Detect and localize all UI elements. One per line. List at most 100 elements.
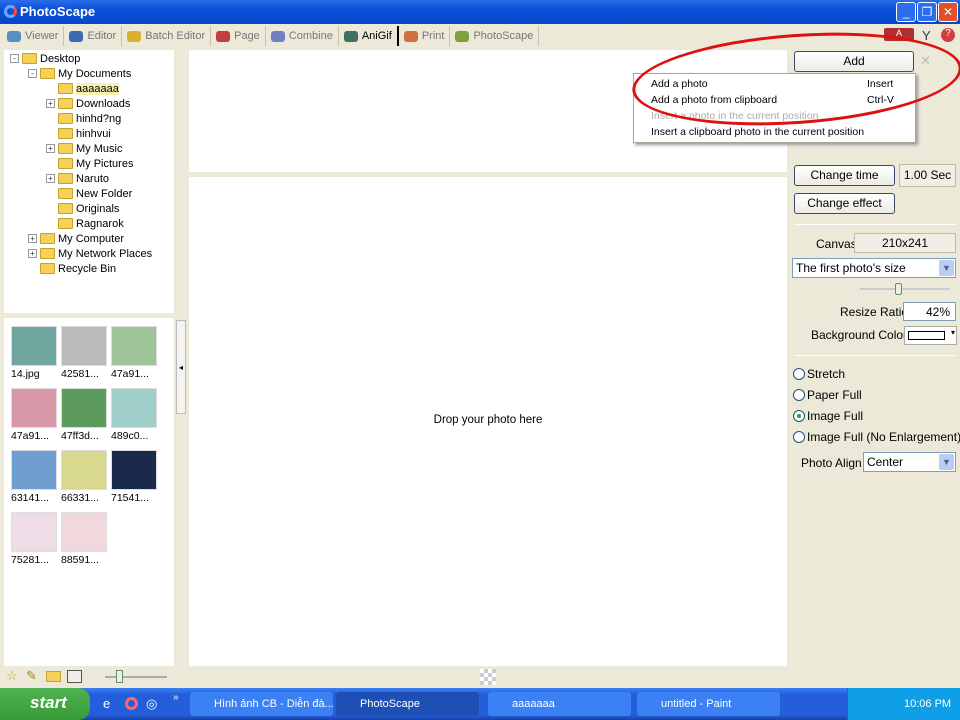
resize-slider-track[interactable] bbox=[860, 288, 950, 290]
thumbnail[interactable]: 47a91... bbox=[11, 388, 57, 448]
radio-option[interactable]: Image Full bbox=[793, 409, 863, 423]
expand-toggle[interactable]: + bbox=[46, 174, 55, 183]
menu-item[interactable]: Add a photo from clipboard bbox=[651, 94, 777, 106]
radio-circle[interactable] bbox=[793, 389, 805, 401]
ie-icon[interactable]: e bbox=[103, 696, 110, 711]
tree-item[interactable]: + My Network Places bbox=[28, 246, 152, 261]
tree-item[interactable]: - My Documents bbox=[28, 66, 131, 81]
thumbnail[interactable]: 489c0... bbox=[111, 388, 157, 448]
tab-editor[interactable]: Editor bbox=[64, 26, 123, 46]
folder-icon bbox=[58, 158, 73, 169]
close-button[interactable]: ✕ bbox=[938, 2, 958, 22]
folder-tree[interactable]: - Desktop - My Documents aaaaaaa + Downloads hi… bbox=[4, 50, 174, 313]
language-icon[interactable]: A bbox=[884, 28, 914, 41]
radio-circle[interactable] bbox=[793, 368, 805, 380]
drop-area[interactable]: Drop your photo here bbox=[189, 177, 787, 666]
tab-batch-editor[interactable]: Batch Editor bbox=[122, 26, 212, 46]
thumbnail-list[interactable]: 14.jpg 42581... 47a91... 47a91... 47ff3d... 4… bbox=[4, 318, 174, 666]
thumbnail-size-thumb[interactable] bbox=[116, 670, 123, 683]
radio-circle[interactable] bbox=[793, 431, 805, 443]
start-button[interactable]: start bbox=[0, 688, 90, 720]
settings-icon[interactable]: Y bbox=[922, 28, 931, 43]
thumbnail[interactable]: 63141... bbox=[11, 450, 57, 510]
transparency-icon[interactable] bbox=[480, 669, 496, 685]
taskbar-item[interactable]: untitled - Paint bbox=[637, 692, 780, 716]
add-button[interactable]: Add bbox=[794, 51, 914, 72]
tab-icon bbox=[127, 30, 142, 42]
expand-toggle[interactable]: - bbox=[10, 54, 19, 63]
tab-label: AniGif bbox=[361, 30, 392, 42]
tree-item[interactable]: New Folder bbox=[46, 186, 132, 201]
expand-toggle[interactable]: - bbox=[28, 69, 37, 78]
canvas-size-select[interactable]: The first photo's size ▼ bbox=[792, 258, 956, 278]
radio-circle[interactable] bbox=[793, 410, 805, 422]
folder-icon bbox=[58, 98, 73, 109]
thumbnail-size-slider[interactable] bbox=[105, 676, 167, 678]
tab-photoscape[interactable]: PhotoScape bbox=[450, 26, 540, 46]
tree-item[interactable]: + Naruto bbox=[46, 171, 109, 186]
tree-item[interactable]: + My Music bbox=[46, 141, 122, 156]
tab-label: Print bbox=[421, 30, 445, 42]
taskbar-item[interactable]: Hình ảnh CB - Diễn đà... bbox=[190, 692, 333, 716]
thumbnail[interactable]: 42581... bbox=[61, 326, 107, 386]
browser-icon[interactable]: ◎ bbox=[146, 696, 157, 712]
tree-item-label: Desktop bbox=[40, 52, 81, 65]
tree-item[interactable]: Originals bbox=[46, 201, 119, 216]
thumbnail[interactable]: 47a91... bbox=[111, 326, 157, 386]
tree-item[interactable]: hinhd?ng bbox=[46, 111, 121, 126]
taskbar-item[interactable]: PhotoScape bbox=[336, 692, 479, 716]
tree-item[interactable]: + My Computer bbox=[28, 231, 124, 246]
thumbnail[interactable]: 71541... bbox=[111, 450, 157, 510]
menu-item[interactable]: Insert a clipboard photo in the current … bbox=[651, 126, 864, 138]
change-time-button[interactable]: Change time bbox=[794, 165, 895, 186]
panel-collapse-handle[interactable]: ◂ bbox=[176, 320, 186, 414]
change-effect-button[interactable]: Change effect bbox=[794, 193, 895, 214]
tree-item[interactable]: Ragnarok bbox=[46, 216, 124, 231]
radio-option[interactable]: Paper Full bbox=[793, 388, 862, 402]
tree-item[interactable]: Recycle Bin bbox=[28, 261, 116, 276]
tab-page[interactable]: Page bbox=[211, 26, 266, 46]
tools-icon[interactable]: ✎ bbox=[26, 668, 37, 684]
radio-option[interactable]: Stretch bbox=[793, 367, 845, 381]
thumbnail[interactable]: 75281... bbox=[11, 512, 57, 572]
expand-toggle[interactable]: + bbox=[28, 249, 37, 258]
favorite-star-icon[interactable]: ☆ bbox=[6, 668, 18, 684]
menu-item[interactable]: Add a photo bbox=[651, 78, 708, 90]
folder-icon bbox=[58, 218, 73, 229]
tab-combine[interactable]: Combine bbox=[266, 26, 339, 46]
delete-icon[interactable]: ✕ bbox=[920, 53, 931, 69]
expand-toggle[interactable]: + bbox=[46, 99, 55, 108]
expand-toggle[interactable]: + bbox=[28, 234, 37, 243]
filmstrip-icon[interactable] bbox=[67, 670, 82, 683]
tab-icon bbox=[270, 30, 285, 42]
background-color-picker[interactable]: ▾ bbox=[904, 326, 957, 345]
taskbar-item[interactable]: aaaaaaa bbox=[488, 692, 631, 716]
thumbnail[interactable]: 88591... bbox=[61, 512, 107, 572]
tree-item-label: Recycle Bin bbox=[58, 262, 117, 275]
tab-anigif[interactable]: AniGif bbox=[339, 26, 399, 46]
help-icon[interactable]: ? bbox=[941, 28, 955, 42]
open-folder-icon[interactable] bbox=[46, 671, 61, 682]
tree-item[interactable]: - Desktop bbox=[10, 51, 80, 66]
thumbnail-image bbox=[61, 388, 107, 428]
tree-item[interactable]: hinhvui bbox=[46, 126, 111, 141]
thumbnail[interactable]: 66331... bbox=[61, 450, 107, 510]
thumbnail[interactable]: 47ff3d... bbox=[61, 388, 107, 448]
minimize-button[interactable]: _ bbox=[896, 2, 916, 22]
radio-option[interactable]: Image Full (No Enlargement) bbox=[793, 430, 960, 444]
module-tabs: Viewer Editor Batch Editor Page Combine AniGi… bbox=[0, 24, 960, 48]
tree-item[interactable]: + Downloads bbox=[46, 96, 130, 111]
tab-print[interactable]: Print bbox=[399, 26, 451, 46]
photo-align-select[interactable]: Center ▼ bbox=[863, 452, 956, 472]
expand-toggle[interactable]: + bbox=[46, 144, 55, 153]
chevron-right-icon[interactable]: » bbox=[173, 692, 179, 703]
thumbnail[interactable]: 14.jpg bbox=[11, 326, 57, 386]
tree-item[interactable]: aaaaaaa bbox=[46, 81, 119, 96]
resize-ratio-input[interactable]: 42% bbox=[903, 302, 956, 321]
resize-slider-thumb[interactable] bbox=[894, 283, 902, 295]
tree-item[interactable]: My Pictures bbox=[46, 156, 133, 171]
photoscape-quicklaunch-icon[interactable] bbox=[125, 697, 138, 710]
maximize-button[interactable]: ❐ bbox=[917, 2, 937, 22]
tab-viewer[interactable]: Viewer bbox=[2, 26, 65, 46]
folder-icon bbox=[58, 128, 73, 139]
